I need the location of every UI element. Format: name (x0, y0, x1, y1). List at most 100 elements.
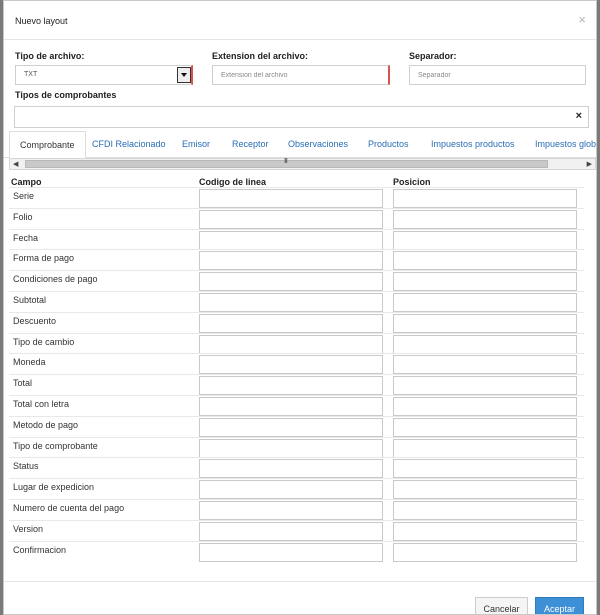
grip-icon: III (284, 158, 288, 165)
separador-label: Separador: (409, 51, 457, 61)
codigo-linea-input[interactable] (199, 542, 383, 562)
table-row: Metodo de pago (9, 415, 584, 437)
codigo-linea-input[interactable] (199, 272, 383, 292)
campo-label: Version (13, 523, 44, 534)
tab-comprobante[interactable]: Comprobante (9, 131, 86, 158)
campo-label: Subtotal (13, 294, 47, 305)
codigo-linea-input[interactable] (199, 189, 383, 208)
table-row: Forma de pago (9, 249, 584, 271)
codigo-linea-input[interactable] (199, 334, 383, 354)
campo-label: Condiciones de pago (13, 274, 98, 285)
table-row: Serie (9, 187, 584, 208)
horizontal-scrollbar[interactable]: ◀ III ▶ (9, 158, 596, 170)
campo-label: Fecha (13, 232, 39, 243)
tab-cfdi-relacionado[interactable]: CFDI Relacionado (92, 131, 166, 157)
posicion-input[interactable] (393, 355, 577, 375)
codigo-linea-input[interactable] (199, 459, 383, 479)
tipo-archivo-select[interactable]: TXT (15, 65, 193, 85)
codigo-linea-input[interactable] (199, 313, 383, 333)
tab-impuestos-productos[interactable]: Impuestos productos (431, 131, 515, 157)
posicion-input[interactable] (393, 417, 577, 437)
campo-label: Descuento (13, 315, 57, 326)
chevron-down-icon[interactable] (177, 67, 191, 83)
extension-label: Extension del archivo: (212, 51, 309, 61)
campo-label: Tipo de cambio (13, 336, 75, 347)
tab-emisor[interactable]: Emisor (182, 131, 210, 157)
codigo-linea-input[interactable] (199, 355, 383, 375)
campo-label: Folio (13, 211, 33, 222)
tipo-archivo-label: Tipo de archivo: (15, 51, 85, 61)
scrollbar-thumb[interactable]: III (25, 158, 548, 168)
codigo-linea-input[interactable] (199, 209, 383, 229)
table-row: Tipo de cambio (9, 332, 584, 354)
posicion-input[interactable] (393, 313, 577, 333)
campo-label: Total con letra (13, 398, 70, 409)
codigo-linea-input[interactable] (199, 251, 383, 271)
posicion-input[interactable] (393, 438, 577, 458)
campo-label: Confirmacion (13, 544, 67, 555)
posicion-input[interactable] (393, 189, 577, 208)
campo-label: Lugar de expedicion (13, 482, 95, 493)
codigo-linea-input[interactable] (199, 480, 383, 500)
campo-label: Moneda (13, 357, 46, 368)
posicion-input[interactable] (393, 480, 577, 500)
clear-icon[interactable]: × (576, 110, 582, 122)
posicion-input[interactable] (393, 376, 577, 396)
table-row: Fecha (9, 228, 584, 250)
campo-label: Metodo de pago (13, 419, 79, 430)
tab-productos[interactable]: Productos (368, 131, 409, 157)
posicion-input[interactable] (393, 521, 577, 541)
tab-bar: Comprobante CFDI Relacionado Emisor Rece… (4, 131, 596, 158)
scroll-left-icon[interactable]: ◀ (13, 160, 18, 168)
posicion-input[interactable] (393, 292, 577, 312)
posicion-input[interactable] (393, 542, 577, 562)
modal-title: Nuevo layout (15, 16, 68, 26)
separador-input[interactable] (409, 65, 586, 85)
tab-receptor[interactable]: Receptor (232, 131, 269, 157)
codigo-linea-input[interactable] (199, 376, 383, 396)
codigo-linea-input[interactable] (199, 417, 383, 437)
posicion-input[interactable] (393, 230, 577, 250)
campo-label: Tipo de comprobante (13, 440, 98, 451)
extension-input[interactable] (212, 65, 390, 85)
codigo-linea-input[interactable] (199, 230, 383, 250)
modal-header: Nuevo layout × (4, 1, 596, 40)
tipo-archivo-value: TXT (24, 71, 38, 78)
table-row: Moneda (9, 353, 584, 375)
posicion-input[interactable] (393, 251, 577, 271)
table-row: Subtotal (9, 290, 584, 312)
codigo-linea-input[interactable] (199, 292, 383, 312)
modal-footer: Cancelar Aceptar (4, 581, 596, 614)
table-row: Lugar de expedicion (9, 478, 584, 500)
posicion-input[interactable] (393, 500, 577, 520)
tipos-comprobantes-input[interactable]: × (14, 106, 589, 128)
table-row: Folio (9, 207, 584, 229)
header-campo: Campo (11, 177, 42, 187)
table-row: Tipo de comprobante (9, 436, 584, 458)
cancel-button[interactable]: Cancelar (475, 597, 528, 614)
table-row: Version (9, 519, 584, 541)
campo-label: Forma de pago (13, 253, 75, 264)
scroll-right-icon[interactable]: ▶ (587, 160, 592, 168)
posicion-input[interactable] (393, 209, 577, 229)
accept-button[interactable]: Aceptar (535, 597, 584, 614)
campo-label: Total (13, 378, 33, 389)
posicion-input[interactable] (393, 334, 577, 354)
table-row: Confirmacion (9, 540, 584, 562)
codigo-linea-input[interactable] (199, 396, 383, 416)
posicion-input[interactable] (393, 459, 577, 479)
posicion-input[interactable] (393, 272, 577, 292)
fields-table: Serie Folio Fecha Forma de pago Condiciones … (9, 187, 584, 562)
codigo-linea-input[interactable] (199, 500, 383, 520)
codigo-linea-input[interactable] (199, 438, 383, 458)
posicion-input[interactable] (393, 396, 577, 416)
close-icon[interactable]: × (578, 12, 586, 27)
tab-impuestos-globales[interactable]: Impuestos globa (535, 131, 596, 157)
tipos-comprobantes-label: Tipos de comprobantes (15, 90, 117, 100)
header-posicion: Posicion (393, 177, 431, 187)
campo-label: Serie (13, 191, 35, 201)
campo-label: Status (13, 461, 39, 472)
codigo-linea-input[interactable] (199, 521, 383, 541)
header-codigo-linea: Codigo de linea (199, 177, 267, 187)
tab-observaciones[interactable]: Observaciones (288, 131, 348, 157)
